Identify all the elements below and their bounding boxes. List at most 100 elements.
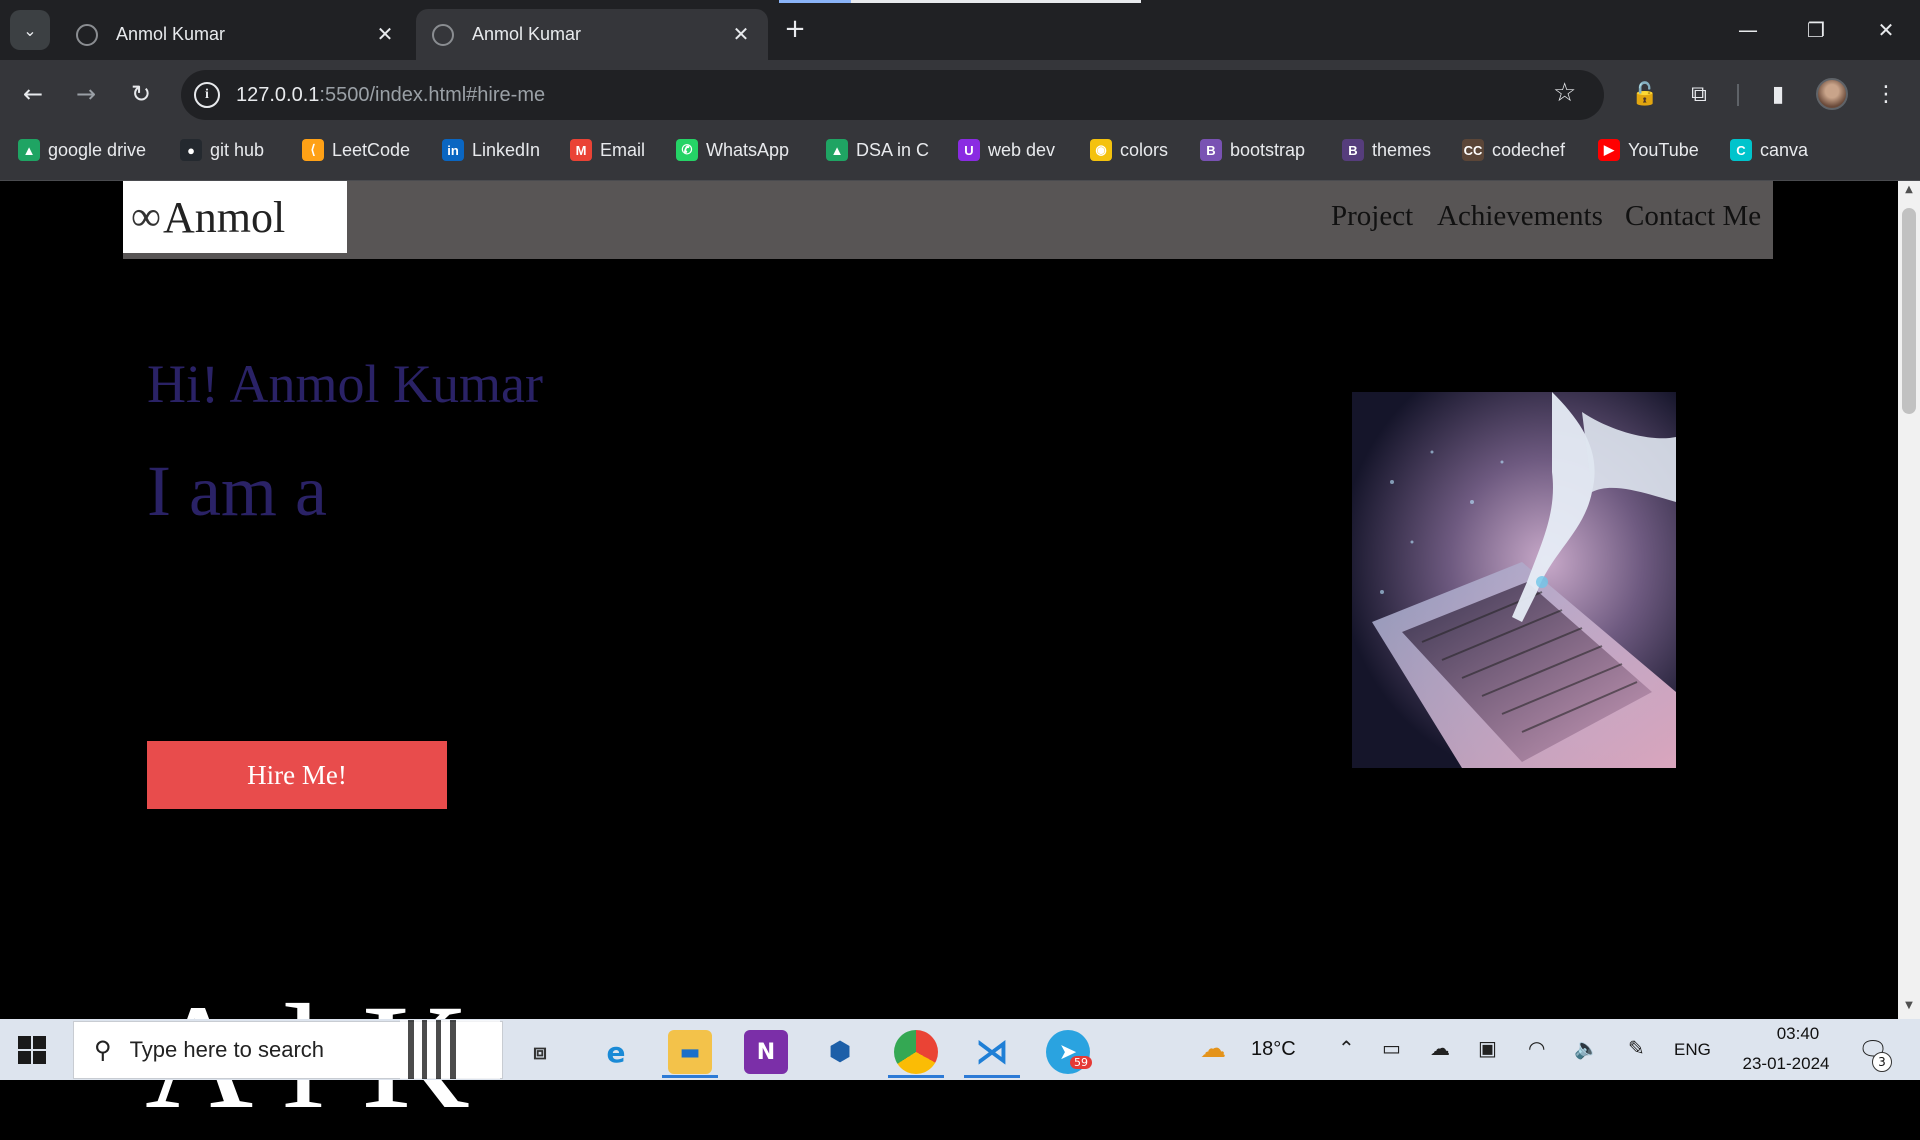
- tab-close-icon[interactable]: ✕: [730, 22, 752, 47]
- tab-anmol-kumar-2[interactable]: Anmol Kumar ✕: [416, 9, 768, 60]
- wifi-icon[interactable]: ◠: [1528, 1036, 1545, 1060]
- profile-avatar[interactable]: [1816, 78, 1848, 110]
- bookmark-label: YouTube: [1628, 139, 1699, 160]
- search-highlight-zebra-image: [400, 1020, 500, 1079]
- bootstrap-icon: B: [1200, 139, 1222, 161]
- tab-favicon-icon: [432, 23, 454, 46]
- bookmark-label: WhatsApp: [706, 139, 790, 160]
- vscode-icon[interactable]: ⋊: [964, 1030, 1020, 1078]
- weather-icon[interactable]: ☁: [1200, 1034, 1226, 1064]
- bookmark-linkedin[interactable]: in LinkedIn: [442, 136, 540, 164]
- speaker-icon[interactable]: 🔈: [1574, 1036, 1599, 1060]
- search-icon: ⚲: [94, 1036, 112, 1064]
- canva-icon: C: [1730, 139, 1752, 161]
- bookmark-themes[interactable]: Bthemes: [1342, 136, 1431, 164]
- hire-me-button[interactable]: Hire Me!: [147, 741, 447, 809]
- tab-search-button[interactable]: ⌄: [10, 10, 50, 50]
- bookmark-label: bootstrap: [1230, 139, 1306, 160]
- forward-arrow-icon[interactable]: →: [66, 74, 106, 114]
- google-drive-icon: ▲: [826, 139, 848, 161]
- bookmark-codechef[interactable]: CC codechef: [1462, 136, 1565, 164]
- new-tab-button[interactable]: +: [780, 14, 810, 44]
- bookmark-bootstrap[interactable]: Bbootstrap: [1200, 136, 1305, 164]
- reload-icon[interactable]: ↻: [121, 74, 161, 114]
- telegram-unread-badge: 59: [1070, 1056, 1092, 1069]
- bookmark-whatsapp[interactable]: ✆ WhatsApp: [676, 136, 789, 164]
- bookmark-label: google drive: [48, 139, 147, 160]
- colors-icon: ◉: [1090, 139, 1112, 161]
- pen-icon[interactable]: ✎: [1628, 1036, 1645, 1060]
- hero-intro: I am a: [147, 451, 327, 531]
- bookmark-label: themes: [1372, 139, 1432, 160]
- github-icon: ●: [180, 139, 202, 161]
- onenote-icon[interactable]: N: [744, 1030, 788, 1074]
- bookmark-google-drive[interactable]: ▲ google drive: [18, 136, 146, 164]
- bookmark-git-hub[interactable]: ● git hub: [180, 136, 264, 164]
- weather-temperature[interactable]: 18°C: [1251, 1038, 1296, 1061]
- loading-bar-progress: [779, 0, 851, 3]
- virtualbox-icon[interactable]: ⬢: [818, 1030, 862, 1074]
- bookmark-email[interactable]: M Email: [570, 136, 645, 164]
- infinity-icon: ∞: [131, 194, 161, 240]
- bookmark-label: git hub: [210, 139, 265, 160]
- chrome-icon[interactable]: [888, 1030, 944, 1078]
- chevron-up-icon[interactable]: ⌃: [1338, 1036, 1355, 1060]
- extensions-puzzle-icon[interactable]: ⧉: [1681, 76, 1717, 112]
- restore-icon[interactable]: ❐: [1796, 12, 1836, 48]
- bookmark-label: codechef: [1492, 139, 1566, 160]
- site-info-icon[interactable]: i: [194, 82, 220, 108]
- tab-favicon-icon: [76, 23, 98, 46]
- clock-date[interactable]: 23-01-2024: [1734, 1054, 1838, 1074]
- site-logo[interactable]: ∞ Anmol: [123, 181, 347, 253]
- side-panel-icon[interactable]: ▮: [1760, 76, 1796, 112]
- notification-count-badge: 3: [1872, 1052, 1892, 1072]
- gmail-icon: M: [570, 139, 592, 161]
- clock-time[interactable]: 03:40: [1758, 1024, 1838, 1044]
- window-close-icon[interactable]: ✕: [1866, 12, 1906, 48]
- bookmark-youtube[interactable]: ▶ YouTube: [1598, 136, 1699, 164]
- scroll-down-arrow-icon[interactable]: ▼: [1898, 1000, 1920, 1016]
- search-placeholder: Type here to search: [129, 1037, 325, 1062]
- bookmark-canva[interactable]: Ccanva: [1730, 136, 1808, 164]
- nav-link-project[interactable]: Project: [1331, 200, 1413, 233]
- bookmark-star-icon[interactable]: ☆: [1553, 78, 1576, 108]
- minimize-icon[interactable]: —: [1728, 12, 1768, 48]
- bookmark-web-dev[interactable]: Uweb dev: [958, 136, 1055, 164]
- robot-laptop-illustration: [1372, 392, 1676, 768]
- display-icon[interactable]: ▣: [1478, 1036, 1497, 1060]
- bookmark-label: canva: [1760, 139, 1809, 160]
- bookmark-dsa-in-c[interactable]: ▲ DSA in C: [826, 136, 929, 164]
- web-dev-icon: U: [958, 139, 980, 161]
- onedrive-icon[interactable]: ☁: [1430, 1036, 1450, 1060]
- back-arrow-icon[interactable]: ←: [13, 74, 53, 114]
- task-view-icon[interactable]: ⧈: [518, 1030, 562, 1074]
- edge-icon[interactable]: e: [594, 1030, 638, 1074]
- codechef-icon: CC: [1462, 139, 1484, 161]
- linkedin-icon: in: [442, 139, 464, 161]
- url-text[interactable]: 127.0.0.1:5500/index.html#hire-me: [236, 80, 545, 110]
- password-extension-icon[interactable]: 🔓: [1627, 76, 1663, 112]
- file-explorer-icon[interactable]: ▬: [662, 1030, 718, 1078]
- bookmark-label: DSA in C: [856, 139, 930, 160]
- battery-icon[interactable]: ▭: [1382, 1036, 1401, 1060]
- bookmark-colors[interactable]: ◉ colors: [1090, 136, 1168, 164]
- hero-greeting: Hi! Anmol Kumar: [147, 354, 543, 414]
- tab-title: Anmol Kumar: [472, 24, 582, 44]
- scrollbar-thumb[interactable]: [1902, 208, 1916, 414]
- whatsapp-icon: ✆: [676, 139, 698, 161]
- nav-link-contact-me[interactable]: Contact Me: [1625, 200, 1761, 233]
- brand-name: Anmol: [162, 192, 286, 242]
- bookmark-label: colors: [1120, 139, 1169, 160]
- tab-anmol-kumar-1[interactable]: Anmol Kumar ✕: [60, 9, 412, 60]
- toolbar-divider: [1737, 84, 1739, 106]
- language-indicator[interactable]: ENG: [1674, 1040, 1711, 1060]
- leetcode-icon: ⟨: [302, 139, 324, 161]
- more-menu-icon[interactable]: ⋮: [1868, 76, 1904, 112]
- bookmark-leetcode[interactable]: ⟨ LeetCode: [302, 136, 410, 164]
- bootstrap-icon: B: [1342, 139, 1364, 161]
- scroll-up-arrow-icon[interactable]: ▲: [1898, 184, 1920, 200]
- nav-link-achievements[interactable]: Achievements: [1437, 200, 1603, 233]
- tab-close-icon[interactable]: ✕: [374, 22, 396, 47]
- url-host: 127.0.0.1: [236, 84, 320, 106]
- windows-start-icon[interactable]: [18, 1036, 46, 1064]
